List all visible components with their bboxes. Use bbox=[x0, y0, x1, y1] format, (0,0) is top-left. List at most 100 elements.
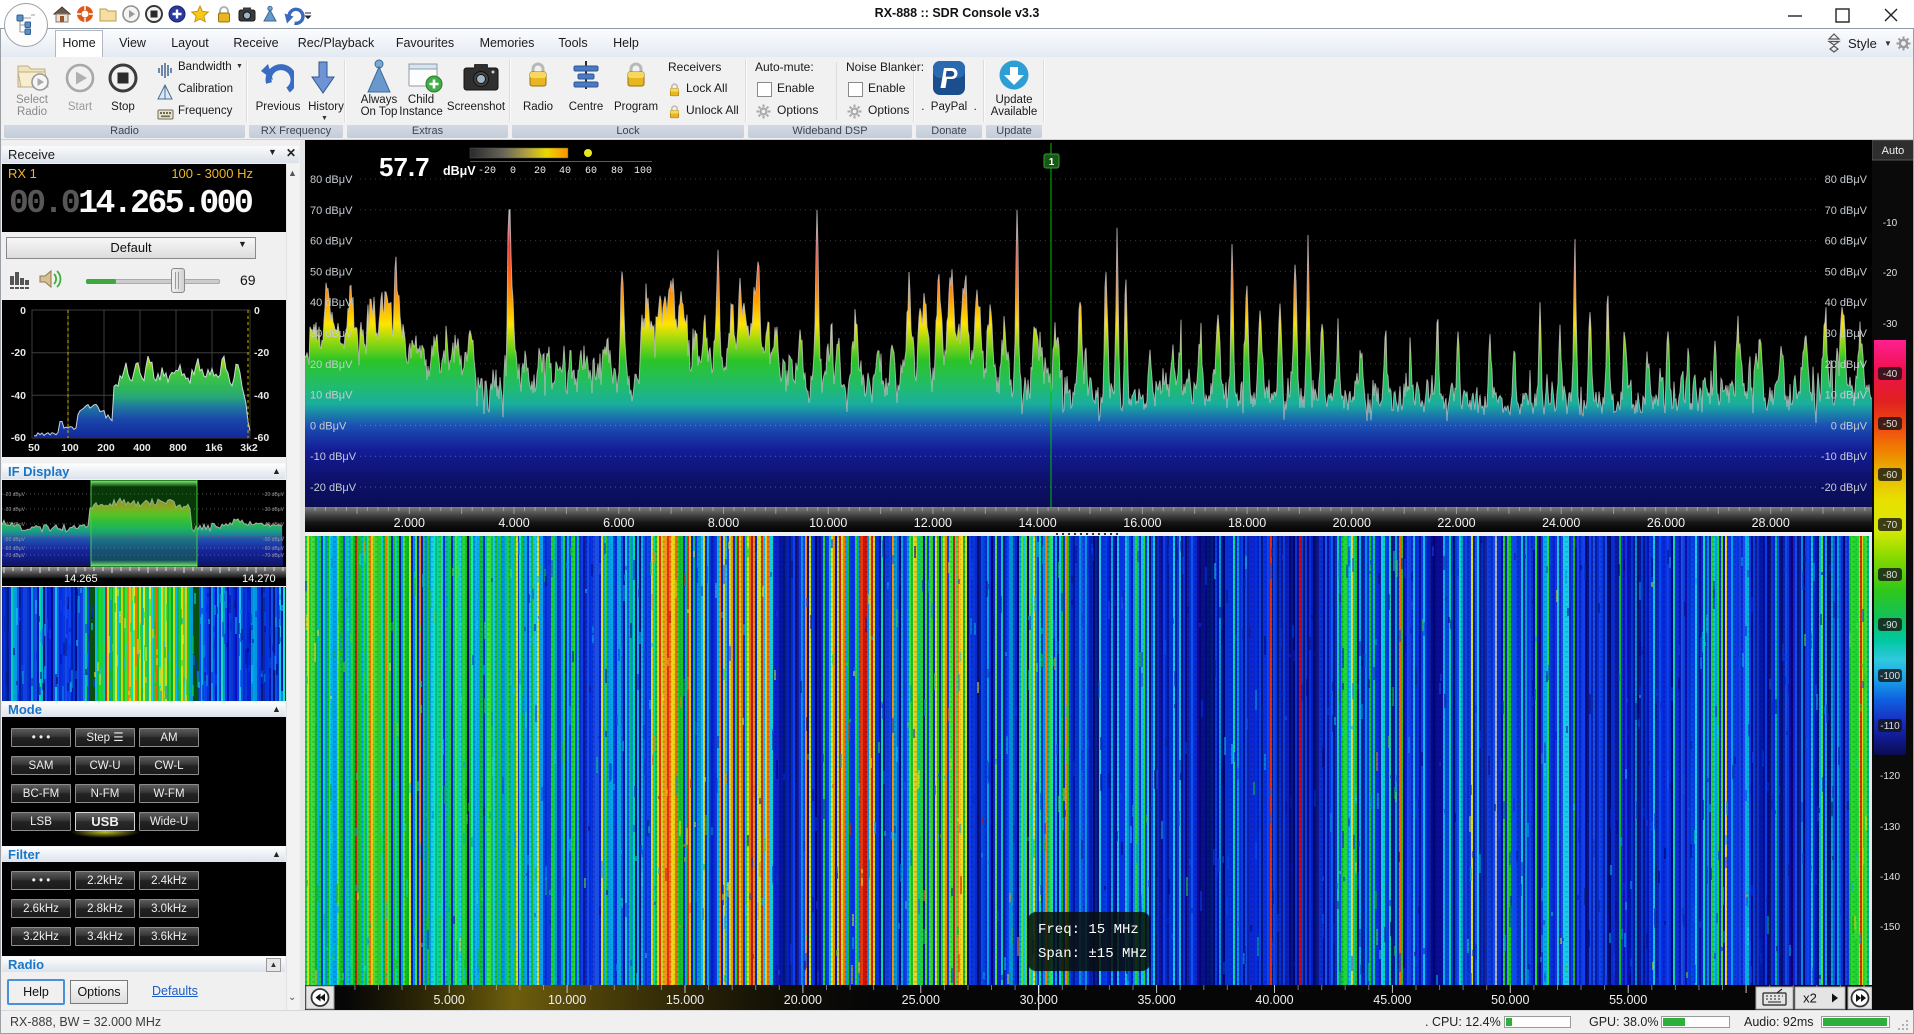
svg-text:80 dBμV: 80 dBμV bbox=[1825, 174, 1868, 186]
svg-text:28.000: 28.000 bbox=[1752, 516, 1790, 530]
svg-text:-30 dBμV: -30 dBμV bbox=[4, 507, 26, 513]
svg-text:-90: -90 bbox=[1883, 620, 1898, 631]
svg-text:18.000: 18.000 bbox=[1228, 516, 1266, 530]
svg-text:x2: x2 bbox=[1803, 991, 1817, 1006]
svg-text:40: 40 bbox=[559, 166, 571, 177]
svg-text:0: 0 bbox=[254, 305, 260, 317]
svg-text:0: 0 bbox=[20, 305, 26, 317]
svg-text:Auto: Auto bbox=[1882, 145, 1905, 157]
svg-text:70 dBμV: 70 dBμV bbox=[310, 205, 353, 217]
svg-text:80: 80 bbox=[611, 166, 623, 177]
svg-text:4.000: 4.000 bbox=[498, 516, 529, 530]
svg-text:-70: -70 bbox=[1883, 520, 1898, 531]
svg-text:12.000: 12.000 bbox=[914, 516, 952, 530]
svg-text:-20 dBμV: -20 dBμV bbox=[263, 492, 285, 498]
svg-text:1: 1 bbox=[1049, 157, 1055, 168]
svg-text:40 dBμV: 40 dBμV bbox=[310, 297, 353, 309]
svg-text:-150: -150 bbox=[1880, 922, 1900, 933]
svg-text:24.000: 24.000 bbox=[1542, 516, 1580, 530]
svg-text:0 dBμV: 0 dBμV bbox=[310, 420, 347, 432]
svg-text:20 dBμV: 20 dBμV bbox=[1825, 359, 1868, 371]
svg-text:50.000: 50.000 bbox=[1491, 993, 1529, 1007]
svg-text:16.000: 16.000 bbox=[1123, 516, 1161, 530]
svg-text:-50 dBμV: -50 dBμV bbox=[4, 537, 26, 543]
svg-text:10.000: 10.000 bbox=[809, 516, 847, 530]
svg-text:-40: -40 bbox=[1883, 369, 1898, 380]
svg-text:6.000: 6.000 bbox=[603, 516, 634, 530]
svg-text:20 dBμV: 20 dBμV bbox=[310, 359, 353, 371]
svg-text:60: 60 bbox=[585, 166, 597, 177]
svg-text:15.000: 15.000 bbox=[666, 993, 704, 1007]
svg-text:30.000: 30.000 bbox=[1020, 993, 1058, 1007]
svg-text:-130: -130 bbox=[1880, 822, 1900, 833]
svg-text:35.000: 35.000 bbox=[1137, 993, 1175, 1007]
svg-text:-40 dBμV: -40 dBμV bbox=[263, 522, 285, 528]
svg-text:-10 dBμV: -10 dBμV bbox=[1821, 451, 1868, 463]
svg-text:100: 100 bbox=[61, 442, 79, 454]
svg-text:60 dBμV: 60 dBμV bbox=[310, 236, 353, 248]
svg-text:-20 dBμV: -20 dBμV bbox=[1821, 482, 1868, 494]
svg-text:60 dBμV: 60 dBμV bbox=[1825, 236, 1868, 248]
svg-text:-40 dBμV: -40 dBμV bbox=[4, 522, 26, 528]
svg-text:50 dBμV: 50 dBμV bbox=[310, 266, 353, 278]
svg-text:20: 20 bbox=[534, 166, 546, 177]
svg-text:-140: -140 bbox=[1880, 872, 1900, 883]
svg-text:2.000: 2.000 bbox=[394, 516, 425, 530]
svg-text:-20 dBμV: -20 dBμV bbox=[310, 482, 357, 494]
svg-text:-70 dBμV: -70 dBμV bbox=[263, 553, 285, 559]
svg-text:8.000: 8.000 bbox=[708, 516, 739, 530]
svg-text:-20: -20 bbox=[1883, 268, 1898, 279]
svg-text:10 dBμV: 10 dBμV bbox=[1825, 390, 1868, 402]
svg-text:-20 dBμV: -20 dBμV bbox=[4, 492, 26, 498]
svg-text:-20: -20 bbox=[254, 347, 269, 359]
svg-text:-50: -50 bbox=[1883, 419, 1898, 430]
svg-text:-40: -40 bbox=[11, 390, 26, 402]
svg-text:-10 dBμV: -10 dBμV bbox=[310, 451, 357, 463]
svg-text:-110: -110 bbox=[1880, 721, 1900, 732]
svg-text:3k2: 3k2 bbox=[240, 442, 258, 454]
svg-text:dBμV: dBμV bbox=[443, 164, 476, 178]
svg-text:-20: -20 bbox=[11, 347, 26, 359]
svg-text:-20: -20 bbox=[478, 166, 496, 177]
svg-text:800: 800 bbox=[169, 442, 187, 454]
svg-text:50: 50 bbox=[28, 442, 40, 454]
svg-text:-60 dBμV: -60 dBμV bbox=[4, 546, 26, 552]
svg-text:-60: -60 bbox=[11, 432, 26, 444]
svg-text:0: 0 bbox=[510, 166, 516, 177]
svg-text:-40: -40 bbox=[254, 390, 269, 402]
svg-text:20.000: 20.000 bbox=[784, 993, 822, 1007]
svg-text:100: 100 bbox=[634, 166, 652, 177]
svg-text:50 dBμV: 50 dBμV bbox=[1825, 266, 1868, 278]
svg-text:55.000: 55.000 bbox=[1609, 993, 1647, 1007]
svg-text:-80: -80 bbox=[1883, 570, 1898, 581]
svg-text:26.000: 26.000 bbox=[1647, 516, 1685, 530]
svg-text:-30: -30 bbox=[1883, 319, 1898, 330]
svg-text:0 dBμV: 0 dBμV bbox=[1831, 420, 1868, 432]
svg-text:57.7: 57.7 bbox=[379, 152, 430, 182]
svg-text:40.000: 40.000 bbox=[1255, 993, 1293, 1007]
svg-text:14.000: 14.000 bbox=[1018, 516, 1056, 530]
svg-text:-120: -120 bbox=[1880, 771, 1900, 782]
svg-text:-100: -100 bbox=[1880, 671, 1900, 682]
svg-text:200: 200 bbox=[97, 442, 115, 454]
svg-text:30 dBμV: 30 dBμV bbox=[310, 328, 353, 340]
svg-text:25.000: 25.000 bbox=[902, 993, 940, 1007]
svg-text:-60: -60 bbox=[1883, 470, 1898, 481]
svg-text:1k6: 1k6 bbox=[205, 442, 223, 454]
svg-text:400: 400 bbox=[133, 442, 151, 454]
svg-text:5.000: 5.000 bbox=[434, 993, 465, 1007]
svg-text:-30 dBμV: -30 dBμV bbox=[263, 507, 285, 513]
svg-text:10 dBμV: 10 dBμV bbox=[310, 390, 353, 402]
svg-text:70 dBμV: 70 dBμV bbox=[1825, 205, 1868, 217]
svg-text:-60 dBμV: -60 dBμV bbox=[263, 546, 285, 552]
svg-text:22.000: 22.000 bbox=[1437, 516, 1475, 530]
svg-text:-50 dBμV: -50 dBμV bbox=[263, 537, 285, 543]
svg-text:-70 dBμV: -70 dBμV bbox=[4, 553, 26, 559]
svg-text:45.000: 45.000 bbox=[1373, 993, 1411, 1007]
svg-text:80 dBμV: 80 dBμV bbox=[310, 174, 353, 186]
svg-text:30 dBμV: 30 dBμV bbox=[1825, 328, 1868, 340]
svg-text:20.000: 20.000 bbox=[1333, 516, 1371, 530]
svg-text:-10: -10 bbox=[1883, 218, 1898, 229]
svg-text:40 dBμV: 40 dBμV bbox=[1825, 297, 1868, 309]
svg-text:10.000: 10.000 bbox=[548, 993, 586, 1007]
